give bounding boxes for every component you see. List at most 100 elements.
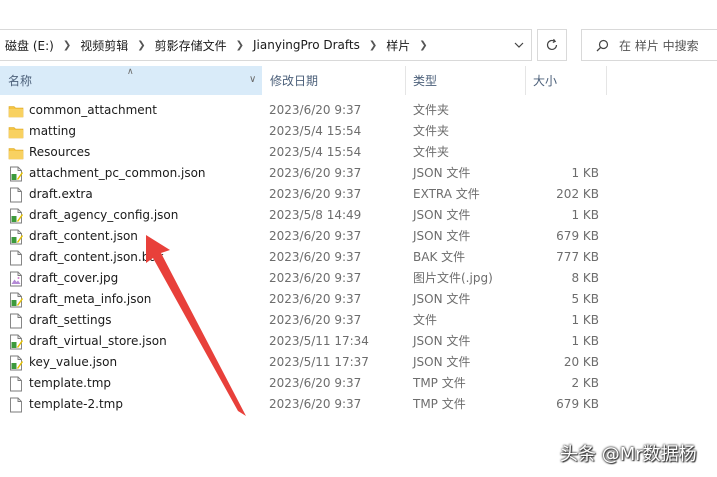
file-name[interactable]: draft_content.json.bak: [29, 247, 164, 268]
address-history-dropdown[interactable]: [507, 30, 531, 60]
file-row[interactable]: draft_agency_config.json 2023/5/8 14:49 JS…: [0, 205, 717, 226]
file-type: TMP 文件: [413, 376, 466, 390]
chevron-right-icon[interactable]: ❯: [131, 40, 151, 51]
file-type: JSON 文件: [413, 208, 471, 222]
file-name[interactable]: matting: [29, 121, 76, 142]
file-row[interactable]: draft_meta_info.json 2023/6/20 9:37 JSON 文…: [0, 289, 717, 310]
file-size: 777 KB: [556, 250, 599, 264]
json-file-icon: [8, 229, 24, 245]
file-type: JSON 文件: [413, 355, 471, 369]
file-type: TMP 文件: [413, 397, 466, 411]
image-file-icon: [8, 271, 24, 287]
breadcrumb-video-editing[interactable]: 视频剪辑: [77, 37, 131, 54]
folder-icon: [8, 124, 24, 140]
file-size: 1 KB: [571, 208, 599, 222]
file-row[interactable]: matting 2023/5/4 15:54 文件夹: [0, 121, 717, 142]
file-row[interactable]: draft_content.json.bak 2023/6/20 9:37 BAK …: [0, 247, 717, 268]
chevron-right-icon[interactable]: ❯: [363, 40, 383, 51]
json-file-icon: [8, 166, 24, 182]
file-modified-date: 2023/6/20 9:37: [269, 376, 362, 390]
file-type: BAK 文件: [413, 250, 466, 264]
file-row[interactable]: attachment_pc_common.json 2023/6/20 9:37 J…: [0, 163, 717, 184]
chevron-right-icon[interactable]: ❯: [230, 40, 250, 51]
breadcrumb-current[interactable]: 样片: [383, 37, 413, 54]
file-name[interactable]: draft.extra: [29, 184, 93, 205]
file-size: 202 KB: [556, 187, 599, 201]
file-type: 文件夹: [413, 145, 450, 159]
refresh-button[interactable]: [537, 29, 567, 61]
file-list: common_attachment 2023/6/20 9:37 文件夹 mattin…: [0, 100, 717, 415]
refresh-icon: [546, 38, 558, 51]
breadcrumb: 磁盘 (E:) ❯ 视频剪辑 ❯ 剪影存储文件 ❯ JianyingPro Dr…: [2, 37, 434, 54]
file-size: 1 KB: [571, 313, 599, 327]
file-icon: [8, 397, 24, 413]
chevron-right-icon[interactable]: ❯: [413, 40, 433, 51]
file-modified-date: 2023/6/20 9:37: [269, 271, 362, 285]
file-modified-date: 2023/5/4 15:54: [269, 145, 362, 159]
file-modified-date: 2023/6/20 9:37: [269, 166, 362, 180]
file-row[interactable]: draft_content.json 2023/6/20 9:37 JSON 文件 6…: [0, 226, 717, 247]
file-modified-date: 2023/6/20 9:37: [269, 229, 362, 243]
file-name[interactable]: draft_virtual_store.json: [29, 331, 167, 352]
file-type: JSON 文件: [413, 229, 471, 243]
file-size: 679 KB: [556, 397, 599, 411]
file-name[interactable]: draft_settings: [29, 310, 111, 331]
file-type: 图片文件(.jpg): [413, 271, 493, 285]
file-explorer-window: 磁盘 (E:) ❯ 视频剪辑 ❯ 剪影存储文件 ❯ JianyingPro Dr…: [0, 0, 717, 477]
file-type: JSON 文件: [413, 166, 471, 180]
file-size: 20 KB: [563, 355, 599, 369]
breadcrumb-storage[interactable]: 剪影存储文件: [152, 37, 230, 54]
column-header-date[interactable]: 修改日期: [262, 66, 405, 95]
file-type: EXTRA 文件: [413, 187, 480, 201]
file-size: 5 KB: [571, 292, 599, 306]
file-size: 679 KB: [556, 229, 599, 243]
file-modified-date: 2023/6/20 9:37: [269, 103, 362, 117]
file-icon: [8, 313, 24, 329]
json-file-icon: [8, 334, 24, 350]
file-name[interactable]: template.tmp: [29, 373, 111, 394]
file-type: 文件夹: [413, 124, 450, 138]
file-size: [540, 100, 599, 121]
file-size: [540, 142, 599, 163]
file-row[interactable]: draft_cover.jpg 2023/6/20 9:37 图片文件(.jpg) 8…: [0, 268, 717, 289]
column-header-size[interactable]: 大小: [525, 66, 607, 95]
file-name[interactable]: draft_meta_info.json: [29, 289, 151, 310]
file-size: 2 KB: [571, 376, 599, 390]
file-name[interactable]: Resources: [29, 142, 90, 163]
column-header-date-label: 修改日期: [270, 74, 319, 88]
file-size: 1 KB: [571, 334, 599, 348]
file-row[interactable]: Resources 2023/5/4 15:54 文件夹: [0, 142, 717, 163]
file-modified-date: 2023/5/8 14:49: [269, 208, 362, 222]
file-name[interactable]: template-2.tmp: [29, 394, 123, 415]
file-row[interactable]: draft_virtual_store.json 2023/5/11 17:34 J…: [0, 331, 717, 352]
file-row[interactable]: common_attachment 2023/6/20 9:37 文件夹: [0, 100, 717, 121]
column-divider[interactable]: [606, 66, 607, 95]
breadcrumb-drive[interactable]: 磁盘 (E:): [2, 37, 57, 54]
file-row[interactable]: template.tmp 2023/6/20 9:37 TMP 文件 2 KB: [0, 373, 717, 394]
file-modified-date: 2023/6/20 9:37: [269, 187, 362, 201]
file-icon: [8, 187, 24, 203]
file-row[interactable]: template-2.tmp 2023/6/20 9:37 TMP 文件 679 KB: [0, 394, 717, 415]
file-row[interactable]: draft.extra 2023/6/20 9:37 EXTRA 文件 202 KB: [0, 184, 717, 205]
column-header-type[interactable]: 类型: [405, 66, 525, 95]
file-name[interactable]: draft_cover.jpg: [29, 268, 118, 289]
column-header-size-label: 大小: [533, 74, 558, 88]
breadcrumb-drafts[interactable]: JianyingPro Drafts: [250, 38, 363, 52]
file-name[interactable]: common_attachment: [29, 100, 157, 121]
file-name[interactable]: draft_agency_config.json: [29, 205, 178, 226]
file-name[interactable]: draft_content.json: [29, 226, 138, 247]
file-name[interactable]: key_value.json: [29, 352, 117, 373]
folder-icon: [8, 145, 24, 161]
file-type: JSON 文件: [413, 292, 471, 306]
file-modified-date: 2023/6/20 9:37: [269, 397, 362, 411]
json-file-icon: [8, 292, 24, 308]
file-row[interactable]: key_value.json 2023/5/11 17:37 JSON 文件 20 K…: [0, 352, 717, 373]
json-file-icon: [8, 208, 24, 224]
address-bar[interactable]: 磁盘 (E:) ❯ 视频剪辑 ❯ 剪影存储文件 ❯ JianyingPro Dr…: [0, 29, 532, 61]
chevron-right-icon[interactable]: ❯: [57, 40, 77, 51]
chevron-down-icon[interactable]: ∨: [249, 74, 256, 85]
file-row[interactable]: draft_settings 2023/6/20 9:37 文件 1 KB: [0, 310, 717, 331]
json-file-icon: [8, 355, 24, 371]
file-name[interactable]: attachment_pc_common.json: [29, 163, 206, 184]
search-input[interactable]: 在 样片 中搜索: [581, 29, 717, 61]
